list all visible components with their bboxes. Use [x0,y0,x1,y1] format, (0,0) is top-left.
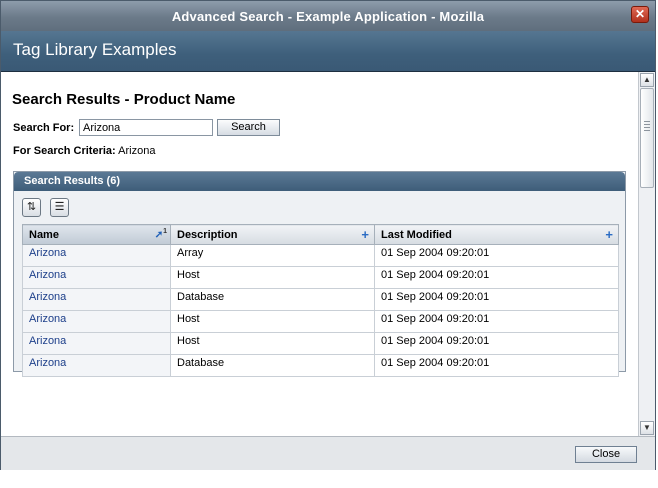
cell-description: Host [170,332,375,355]
browser-window: Advanced Search - Example Application - … [0,0,656,470]
cell-name: Arizona [22,332,171,355]
cell-description: Array [170,244,375,267]
scroll-up-icon[interactable]: ▲ [640,73,654,87]
search-button[interactable]: Search [217,119,280,136]
table-row: Arizona Host 01 Sep 2004 09:20:01 [22,310,619,333]
search-results-panel: Search Results (6) ⇅ ☰ Name ➚1 Descripti… [13,171,626,377]
text-view-icon[interactable]: ☰ [50,198,69,217]
page-title: Search Results - Product Name [12,91,236,108]
cell-name: Arizona [22,310,171,333]
search-criteria: For Search Criteria: Arizona [13,145,155,157]
cell-last-modified: 01 Sep 2004 09:20:01 [374,266,619,289]
search-input[interactable] [79,119,213,136]
table-row: Arizona Database 01 Sep 2004 09:20:01 [22,288,619,311]
sort-ascending-icon[interactable]: ➚1 [155,228,167,240]
app-title: Tag Library Examples [13,40,177,59]
column-header-name[interactable]: Name ➚1 [22,224,171,245]
cell-description: Database [170,288,375,311]
search-label: Search For: [13,122,75,134]
table-row: Arizona Database 01 Sep 2004 09:20:01 [22,354,619,377]
criteria-value: Arizona [118,145,156,157]
column-header-description[interactable]: Description + [170,224,375,245]
app-header: Tag Library Examples [1,31,655,72]
cell-last-modified: 01 Sep 2004 09:20:01 [374,354,619,377]
add-sort-icon[interactable]: + [605,227,613,242]
window-close-icon[interactable]: ✕ [631,6,649,23]
cell-description: Host [170,310,375,333]
cell-name: Arizona [22,266,171,289]
cell-name: Arizona [22,244,171,267]
name-link[interactable]: Arizona [29,335,66,347]
cell-last-modified: 01 Sep 2004 09:20:01 [374,332,619,355]
window-titlebar: Advanced Search - Example Application - … [1,1,655,31]
cell-last-modified: 01 Sep 2004 09:20:01 [374,310,619,333]
window-title: Advanced Search - Example Application - … [171,9,485,24]
column-label: Name [29,228,59,241]
cell-last-modified: 01 Sep 2004 09:20:01 [374,288,619,311]
results-title: Search Results (6) [24,175,120,187]
column-label: Last Modified [381,228,452,241]
scrollbar-thumb[interactable] [640,88,654,188]
table-header-row: Name ➚1 Description + Last Modified + [22,224,619,245]
table-row: Arizona Host 01 Sep 2004 09:20:01 [22,332,619,355]
add-sort-icon[interactable]: + [361,227,369,242]
name-link[interactable]: Arizona [29,269,66,281]
name-link[interactable]: Arizona [29,291,66,303]
results-table: Name ➚1 Description + Last Modified + Ar… [22,224,619,377]
table-row: Arizona Array 01 Sep 2004 09:20:01 [22,244,619,267]
grip-icon [644,121,650,122]
main-content: Search Results - Product Name Search For… [1,72,638,436]
cell-description: Host [170,266,375,289]
name-link[interactable]: Arizona [29,357,66,369]
scroll-down-icon[interactable]: ▼ [640,421,654,435]
dialog-footer: Close [1,436,655,470]
table-row: Arizona Host 01 Sep 2004 09:20:01 [22,266,619,289]
cell-last-modified: 01 Sep 2004 09:20:01 [374,244,619,267]
cell-name: Arizona [22,354,171,377]
criteria-label: For Search Criteria: [13,145,116,157]
sort-icon[interactable]: ⇅ [22,198,41,217]
vertical-scrollbar[interactable]: ▲ ▼ [638,72,655,436]
cell-description: Database [170,354,375,377]
column-label: Description [177,228,238,241]
name-link[interactable]: Arizona [29,247,66,259]
close-button[interactable]: Close [575,446,637,463]
name-link[interactable]: Arizona [29,313,66,325]
cell-name: Arizona [22,288,171,311]
column-header-last-modified[interactable]: Last Modified + [374,224,619,245]
results-header: Search Results (6) [14,172,625,191]
